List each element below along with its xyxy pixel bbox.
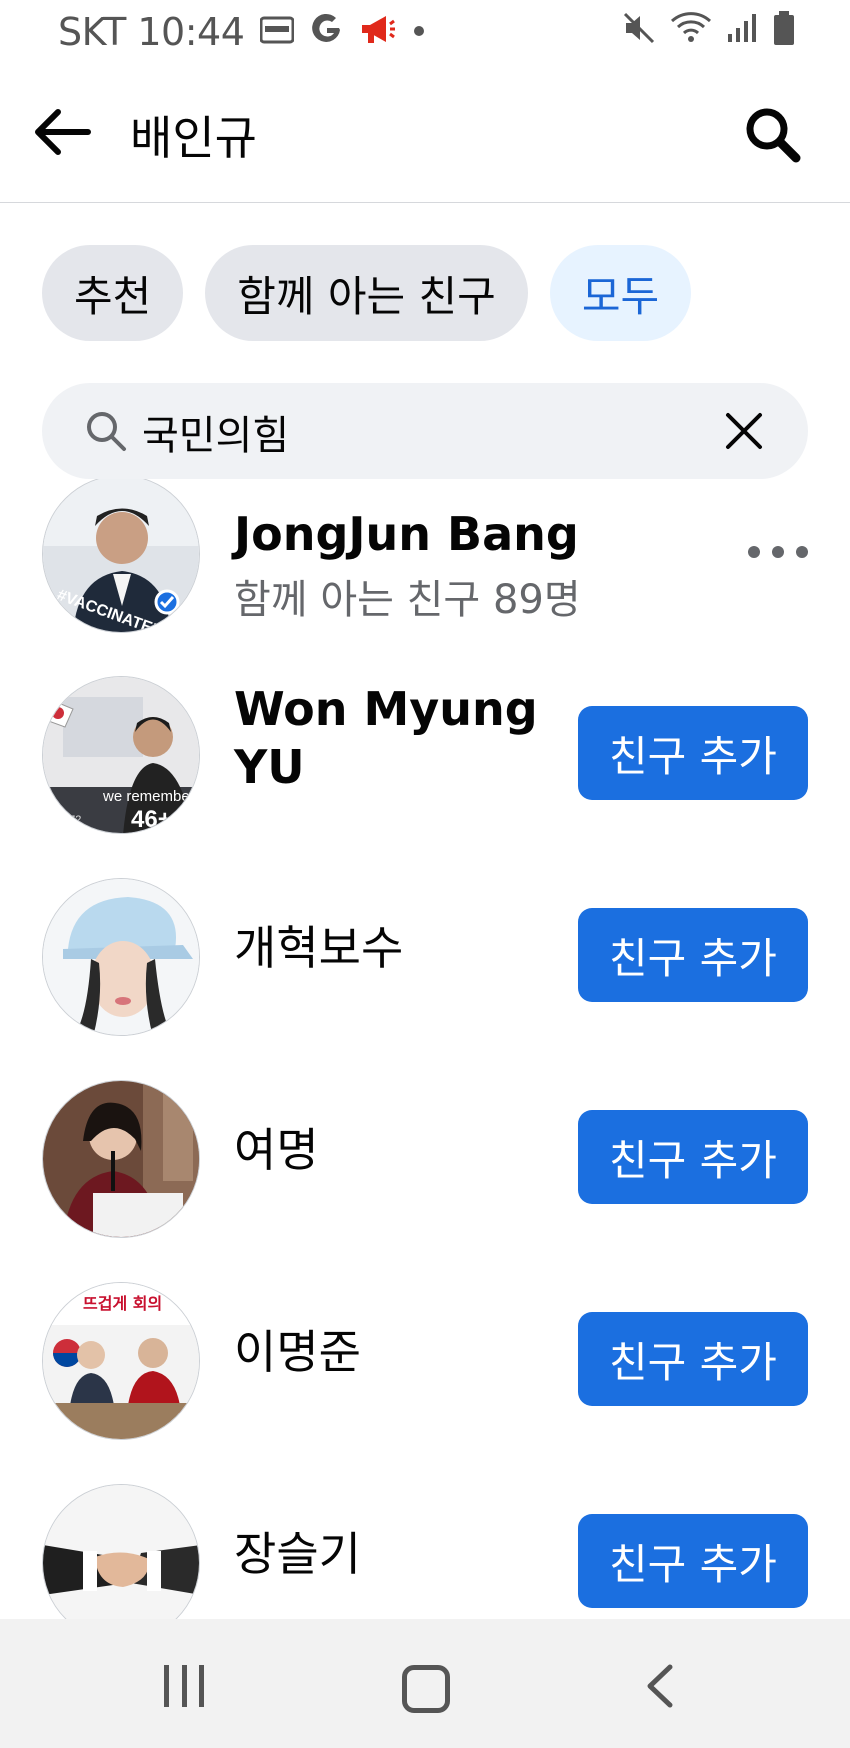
- add-friend-button[interactable]: 친구 추가: [578, 1514, 808, 1608]
- add-friend-button[interactable]: 친구 추가: [578, 706, 808, 800]
- chip-recommended[interactable]: 추천: [42, 245, 184, 341]
- avatar[interactable]: #VACCINATED: [42, 479, 200, 633]
- result-name[interactable]: 장슬기: [234, 1525, 361, 1583]
- signal-icon: [726, 12, 758, 48]
- close-icon[interactable]: [724, 411, 764, 451]
- list-item[interactable]: 뜨겁게 회의 이명준 친구 추가: [0, 1262, 850, 1442]
- battery-icon: [772, 10, 796, 50]
- mute-icon: [622, 11, 656, 49]
- arrow-left-icon: [35, 109, 91, 155]
- back-button[interactable]: [28, 102, 98, 162]
- result-name-line1: Won Myung: [234, 682, 538, 736]
- page-title: 배인규: [130, 111, 257, 165]
- list-item[interactable]: we remember 46+1 772 Won Myung YU 친구 추가: [0, 656, 850, 836]
- mutual-friends-count: 함께 아는 친구 89명: [234, 577, 581, 623]
- dot-icon: [748, 546, 760, 558]
- result-name[interactable]: 이명준: [234, 1323, 361, 1381]
- chip-mutual-friends[interactable]: 함께 아는 친구: [205, 245, 528, 341]
- system-nav-bar: [0, 1619, 850, 1748]
- recent-bar: [164, 1665, 169, 1707]
- list-item[interactable]: #VACCINATED JongJun Bang 함께 아는 친구 89명: [0, 479, 850, 635]
- add-friend-button[interactable]: 친구 추가: [578, 1312, 808, 1406]
- result-name[interactable]: JongJun Bang: [234, 505, 579, 563]
- result-name[interactable]: 개혁보수: [234, 919, 403, 977]
- results-list: #VACCINATED JongJun Bang 함께 아는 친구 89명 we…: [0, 479, 850, 1619]
- we-remember-text: we remember: [102, 788, 195, 805]
- megaphone-icon: [360, 14, 396, 50]
- status-left: SKT 10:44: [58, 10, 426, 54]
- dot-icon: [796, 546, 808, 558]
- search-icon: [87, 412, 126, 451]
- recent-bar: [181, 1665, 187, 1707]
- chevron-left-icon: [647, 1664, 673, 1708]
- list-item[interactable]: 개혁보수 친구 추가: [0, 858, 850, 1038]
- add-friend-button[interactable]: 친구 추가: [578, 1110, 808, 1204]
- nav-back-button[interactable]: [640, 1663, 680, 1709]
- result-name[interactable]: Won Myung YU: [234, 680, 538, 796]
- list-item[interactable]: 장슬기 친구 추가: [0, 1464, 850, 1619]
- dot-icon: [412, 23, 426, 42]
- avatar[interactable]: we remember 46+1 772: [42, 676, 200, 834]
- search-button[interactable]: [740, 102, 804, 166]
- number-text: 46+1: [131, 806, 185, 833]
- avatar[interactable]: 뜨겁게 회의: [42, 1282, 200, 1440]
- recent-apps-button[interactable]: [164, 1665, 204, 1707]
- payco-icon: [259, 15, 295, 49]
- result-name-line2: YU: [234, 740, 305, 794]
- dot-icon: [772, 546, 784, 558]
- avatar[interactable]: [42, 1080, 200, 1238]
- banner-text: 뜨겁게 회의: [83, 1294, 162, 1313]
- filter-chips: 추천 함께 아는 친구 모두: [42, 245, 692, 341]
- search-field[interactable]: 국민의힘: [42, 383, 808, 479]
- result-name[interactable]: 여명: [234, 1121, 319, 1179]
- avatar[interactable]: [42, 878, 200, 1036]
- wifi-icon: [670, 11, 712, 49]
- home-button[interactable]: [402, 1665, 450, 1713]
- add-friend-button[interactable]: 친구 추가: [578, 908, 808, 1002]
- carrier-time: SKT 10:44: [58, 10, 245, 54]
- status-right: [622, 10, 796, 50]
- small-number-text: 772: [63, 814, 81, 826]
- more-options-button[interactable]: [748, 537, 808, 567]
- app-bar: 배인규: [0, 64, 850, 203]
- list-item[interactable]: 여명 친구 추가: [0, 1060, 850, 1240]
- recent-bar: [199, 1665, 204, 1707]
- status-bar: SKT 10:44: [0, 0, 850, 64]
- search-input[interactable]: 국민의힘: [142, 403, 289, 461]
- search-icon: [746, 108, 801, 163]
- chip-all[interactable]: 모두: [549, 245, 692, 341]
- avatar[interactable]: [42, 1484, 200, 1619]
- google-icon: [310, 13, 344, 51]
